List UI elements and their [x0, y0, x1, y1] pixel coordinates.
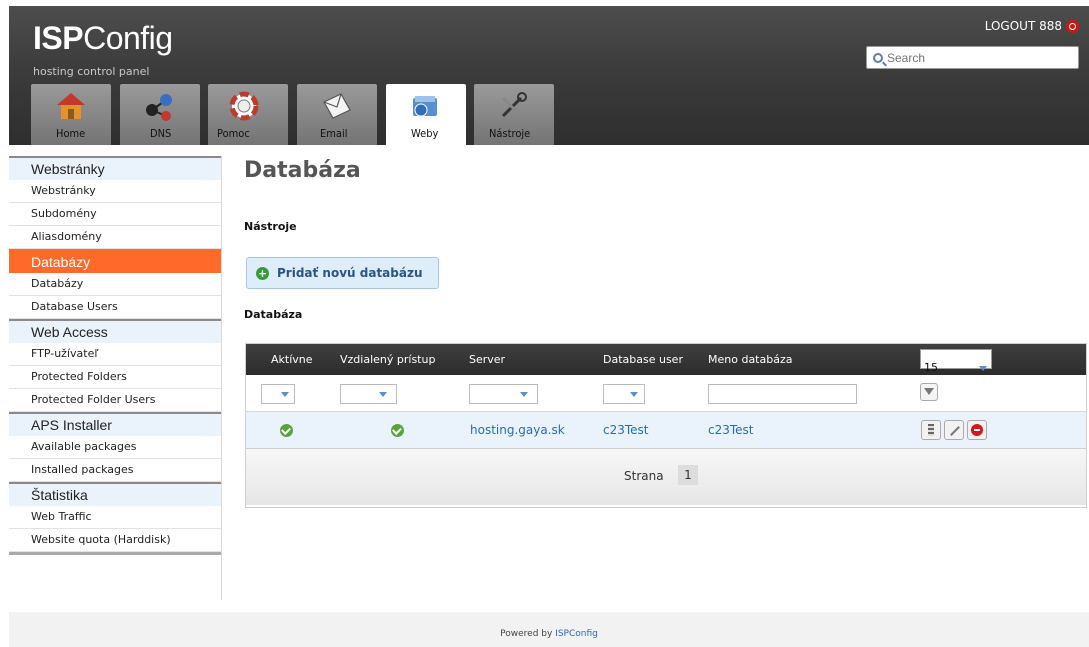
filter-server-select[interactable] [469, 384, 538, 404]
sidebar-item-installed-packages[interactable]: Installed packages [9, 459, 221, 482]
page-label: Strana [624, 469, 664, 483]
check-icon [280, 424, 293, 437]
filter-remote-select[interactable] [340, 384, 397, 404]
sidebar-item-aliasdomeny[interactable]: Aliasdomény [9, 226, 221, 249]
col-database-user[interactable]: Database user [603, 353, 683, 366]
tab-email-label: Email [320, 127, 348, 140]
page-footer: Powered by ISPConfig [9, 612, 1089, 647]
tab-dns[interactable]: DNS [120, 84, 200, 145]
footer-brand-link[interactable]: ISPConfig [555, 629, 598, 639]
tab-weby[interactable]: Weby [386, 84, 466, 145]
sidebar-item-protected-folders[interactable]: Protected Folders [9, 366, 221, 389]
chevron-down-icon [278, 385, 293, 403]
plus-icon: + [256, 266, 269, 280]
network-icon [146, 94, 172, 121]
filter-row [246, 375, 1086, 412]
table-header: Aktívne Vzdialený prístup Server Databas… [246, 344, 1086, 375]
search-input[interactable] [887, 50, 1067, 65]
envelope-icon [323, 93, 351, 119]
search-box[interactable] [866, 46, 1079, 69]
search-icon [873, 52, 883, 63]
delete-icon[interactable] [967, 420, 987, 440]
filter-user-select[interactable] [603, 384, 645, 404]
lifebuoy-icon [229, 91, 259, 121]
table-row[interactable]: hosting.gaya.sk c23Test c23Test [246, 412, 1086, 449]
add-database-button[interactable]: + Pridať novú databázu [246, 257, 439, 289]
sidebar-item-database-users[interactable]: Database Users [9, 296, 221, 319]
tab-email[interactable]: Email [297, 84, 377, 145]
db-name-link[interactable]: c23Test [708, 423, 754, 437]
sidebar-section-aps-installer[interactable]: APS Installer [9, 412, 221, 436]
add-database-label[interactable]: Pridať novú databázu [277, 266, 423, 280]
filter-name-input[interactable] [708, 384, 857, 404]
page-number-button[interactable]: 1 [678, 465, 698, 485]
page-title: Databáza [244, 158, 361, 183]
app-logo[interactable]: ISPConfig [33, 20, 173, 57]
per-page-select[interactable]: 15 [920, 349, 992, 374]
sidebar-item-databazy[interactable]: Databázy [9, 273, 221, 296]
tab-pomoc-label: Pomoc [217, 127, 250, 140]
chevron-down-icon [517, 385, 532, 403]
logout-link[interactable]: LOGOUT 888 [985, 19, 1079, 33]
tab-home-label: Home [56, 127, 86, 140]
list-heading: Databáza [244, 308, 303, 321]
power-icon[interactable] [1066, 19, 1079, 33]
col-remote-access[interactable]: Vzdialený prístup [340, 353, 435, 366]
app-subtitle: hosting control panel [33, 65, 150, 78]
tab-pomoc[interactable]: Pomoc [208, 84, 288, 145]
top-header: ISPConfig hosting control panel LOGOUT 8… [9, 6, 1089, 145]
check-icon [391, 424, 404, 437]
sidebar-section-web-access[interactable]: Web Access [9, 319, 221, 343]
table-footer: Strana 1 [246, 449, 1086, 505]
sidebar: Webstránky Webstránky Subdomény Aliasdom… [9, 156, 222, 600]
chevron-down-icon [376, 385, 391, 403]
tab-weby-label: Weby [411, 127, 439, 140]
sidebar-section-webstranky[interactable]: Webstránky [9, 156, 221, 180]
filter-active-select[interactable] [261, 384, 295, 404]
col-server[interactable]: Server [469, 353, 505, 366]
tab-nastroje[interactable]: Nástroje [474, 84, 554, 145]
home-icon [57, 93, 85, 119]
tab-dns-label: DNS [150, 127, 172, 140]
footer-text: Powered by [500, 629, 553, 639]
sidebar-item-webstranky[interactable]: Webstránky [9, 180, 221, 203]
db-user-link[interactable]: c23Test [603, 423, 649, 437]
sidebar-section-statistika[interactable]: Štatistika [9, 482, 221, 506]
col-database-name[interactable]: Meno databáza [708, 353, 792, 366]
database-icon[interactable] [921, 420, 941, 440]
sidebar-item-website-quota[interactable]: Website quota (Harddisk) [9, 529, 221, 552]
sidebar-divider [9, 552, 221, 555]
sidebar-section-databazy[interactable]: Databázy [9, 249, 221, 273]
logout-label[interactable]: LOGOUT 888 [985, 19, 1062, 33]
col-active[interactable]: Aktívne [271, 353, 313, 366]
tools-heading: Nástroje [244, 220, 297, 233]
sidebar-item-web-traffic[interactable]: Web Traffic [9, 506, 221, 529]
database-table: Aktívne Vzdialený prístup Server Databas… [245, 343, 1087, 508]
tools-icon [501, 92, 527, 118]
wrench-icon[interactable] [944, 420, 964, 440]
chevron-down-icon [627, 385, 642, 403]
tab-home[interactable]: Home [31, 84, 111, 145]
web-folder-icon [413, 96, 437, 117]
sidebar-item-protected-folder-users[interactable]: Protected Folder Users [9, 389, 221, 412]
sidebar-item-subdomeny[interactable]: Subdomény [9, 203, 221, 226]
sidebar-item-ftp-users[interactable]: FTP-užívateľ [9, 343, 221, 366]
filter-icon[interactable] [920, 383, 938, 401]
server-link[interactable]: hosting.gaya.sk [470, 423, 565, 437]
sidebar-item-available-packages[interactable]: Available packages [9, 436, 221, 459]
tab-nastroje-label: Nástroje [489, 127, 531, 140]
